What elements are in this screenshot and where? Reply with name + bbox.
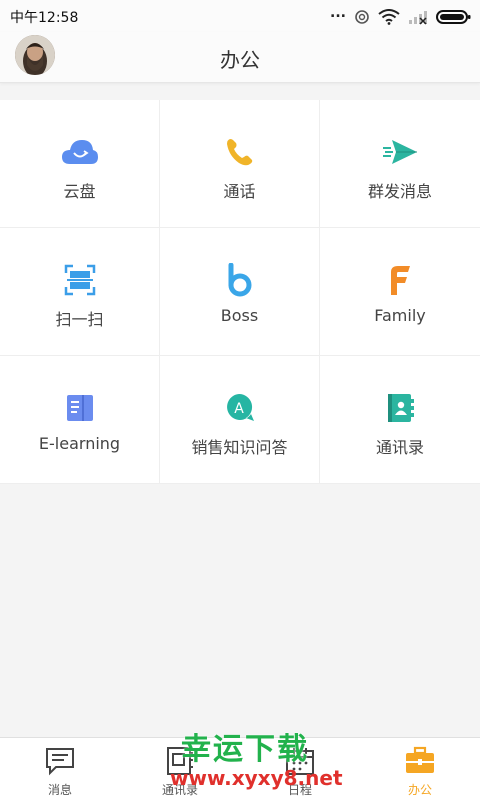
grid-item-label: 云盘 <box>63 182 96 201</box>
grid-item-label: 通话 <box>223 182 256 201</box>
briefcase-icon <box>406 746 434 773</box>
grid-item-label: 群发消息 <box>367 182 432 201</box>
grid-item-cloud-drive[interactable]: 云盘 <box>0 100 160 228</box>
tab-contacts[interactable]: 通讯录 <box>120 738 240 801</box>
scan-icon <box>60 260 100 300</box>
wifi-icon <box>378 9 400 25</box>
tab-label: 通讯录 <box>161 783 198 797</box>
grid-item-boss[interactable]: Boss <box>160 228 320 356</box>
grid-item-broadcast[interactable]: 群发消息 <box>320 100 480 228</box>
status-bar: 中午12:58 ... <box>0 0 480 32</box>
grid-item-label: 扫一扫 <box>55 310 104 329</box>
tab-messages[interactable]: 消息 <box>0 738 120 801</box>
contacts-book-icon <box>167 747 193 775</box>
page-title: 办公 <box>220 48 260 72</box>
office-app-grid: 云盘 通话 群发消息 扫一扫 Boss Family E-learning A … <box>0 100 480 484</box>
sync-icon <box>355 10 369 24</box>
battery-icon <box>436 10 471 24</box>
boss-b-icon <box>220 260 260 300</box>
grid-item-scan[interactable]: 扫一扫 <box>0 228 160 356</box>
grid-item-call[interactable]: 通话 <box>160 100 320 228</box>
tab-label: 消息 <box>47 783 72 797</box>
grid-item-label: E-learning <box>38 434 121 453</box>
book-icon <box>60 388 100 428</box>
tab-office[interactable]: 办公 <box>360 738 480 801</box>
status-time: 中午12:58 <box>10 10 79 26</box>
tab-label: 日程 <box>287 783 312 797</box>
grid-item-family[interactable]: Family <box>320 228 480 356</box>
more-dots-icon: ... <box>330 5 346 21</box>
grid-item-label: Boss <box>220 306 259 325</box>
family-f-icon <box>380 260 420 300</box>
grid-item-contacts[interactable]: 通讯录 <box>320 356 480 484</box>
top-app-bar: 办公 <box>0 32 480 83</box>
tab-schedule[interactable]: 日程 <box>240 738 360 801</box>
grid-item-label: 通讯录 <box>375 438 424 457</box>
qa-chat-icon: A <box>220 388 260 428</box>
status-icons: ... <box>330 5 472 27</box>
grid-item-label: Family <box>374 306 426 325</box>
cloud-icon <box>60 132 100 172</box>
send-icon <box>380 132 420 172</box>
grid-item-label: 销售知识问答 <box>191 438 288 457</box>
bottom-tab-bar: 消息 通讯录 日程 办公 <box>0 737 480 801</box>
message-icon <box>46 748 74 776</box>
signal-icon <box>409 11 427 25</box>
tab-label: 办公 <box>407 783 432 797</box>
grid-item-sales-qa[interactable]: A 销售知识问答 <box>160 356 320 484</box>
grid-item-elearning[interactable]: E-learning <box>0 356 160 484</box>
calendar-icon <box>286 748 314 775</box>
svg-text:A: A <box>234 401 244 417</box>
phone-icon <box>220 132 260 172</box>
contacts-icon <box>380 388 420 428</box>
